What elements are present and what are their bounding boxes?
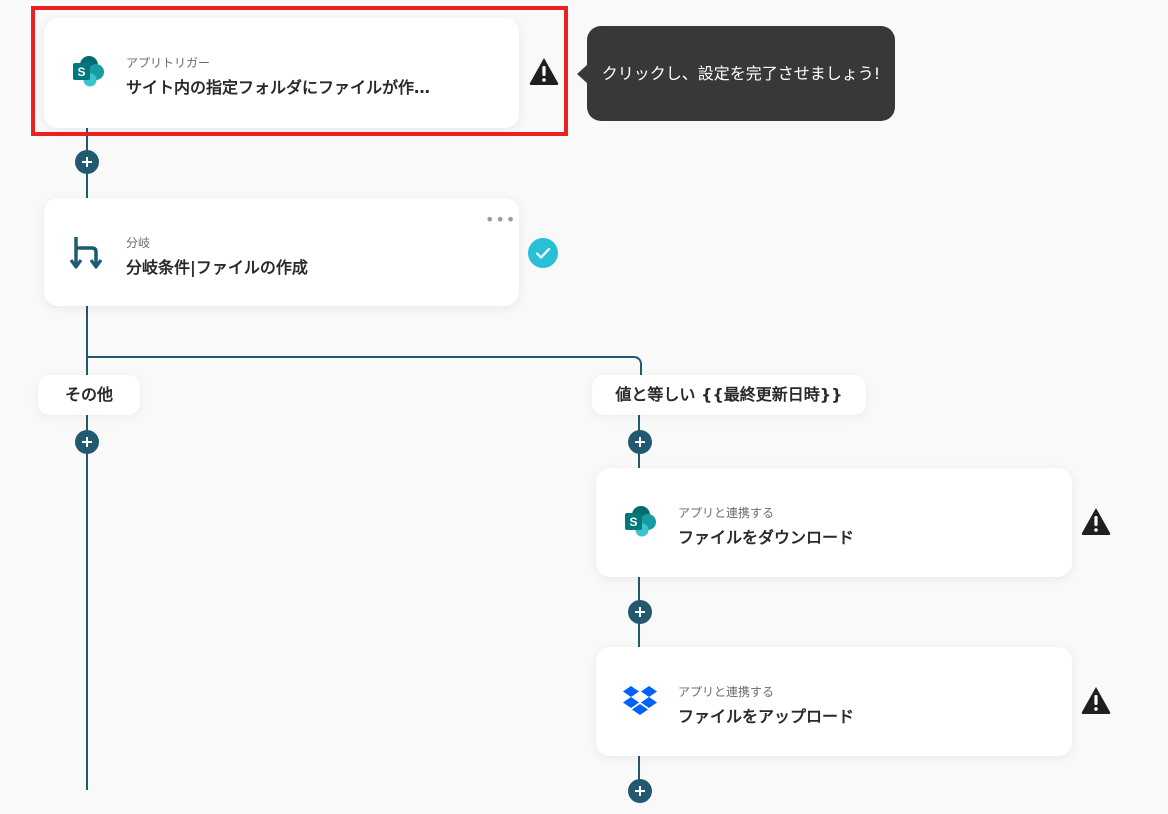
step-card-upload[interactable]: アプリと連携する ファイルをアップロード	[596, 647, 1072, 756]
step-sublabel: アプリと連携する	[678, 685, 775, 699]
branch-icon	[69, 234, 106, 270]
add-step-button[interactable]	[75, 430, 99, 454]
highlight-frame	[31, 6, 568, 136]
add-step-button[interactable]	[628, 430, 652, 454]
warning-icon	[528, 56, 560, 86]
step-card-download[interactable]: S アプリと連携する ファイルをダウンロード	[596, 468, 1072, 577]
plus-icon	[635, 786, 645, 796]
svg-text:S: S	[629, 515, 637, 529]
warning-icon	[1080, 685, 1112, 715]
branch-card[interactable]: 分岐 分岐条件|ファイルの作成	[44, 198, 519, 306]
warning-icon	[1080, 506, 1112, 536]
tooltip: クリックし、設定を完了させましょう!	[587, 26, 895, 121]
tooltip-arrow	[577, 65, 587, 83]
step-title: ファイルをアップロード	[678, 707, 855, 726]
plus-icon	[635, 607, 645, 617]
step-title: ファイルをダウンロード	[678, 528, 855, 547]
add-step-button[interactable]	[628, 600, 652, 624]
add-step-button[interactable]	[628, 779, 652, 803]
branch-sublabel: 分岐	[126, 236, 151, 250]
add-step-button[interactable]	[75, 150, 99, 174]
dropbox-icon	[622, 683, 658, 719]
plus-icon	[635, 437, 645, 447]
connector-line-branch-horizontal	[86, 356, 634, 358]
plus-icon	[82, 157, 92, 167]
sharepoint-icon: S	[622, 504, 658, 540]
plus-icon	[82, 437, 92, 447]
step-sublabel: アプリと連携する	[678, 506, 775, 520]
branch-label-equals[interactable]: 値と等しい {{最終更新日時}}	[592, 375, 866, 415]
more-horizontal-icon[interactable]: •••	[485, 212, 516, 228]
branch-title: 分岐条件|ファイルの作成	[126, 258, 308, 277]
branch-label-other[interactable]: その他	[38, 375, 140, 415]
check-circle-icon	[528, 238, 558, 268]
